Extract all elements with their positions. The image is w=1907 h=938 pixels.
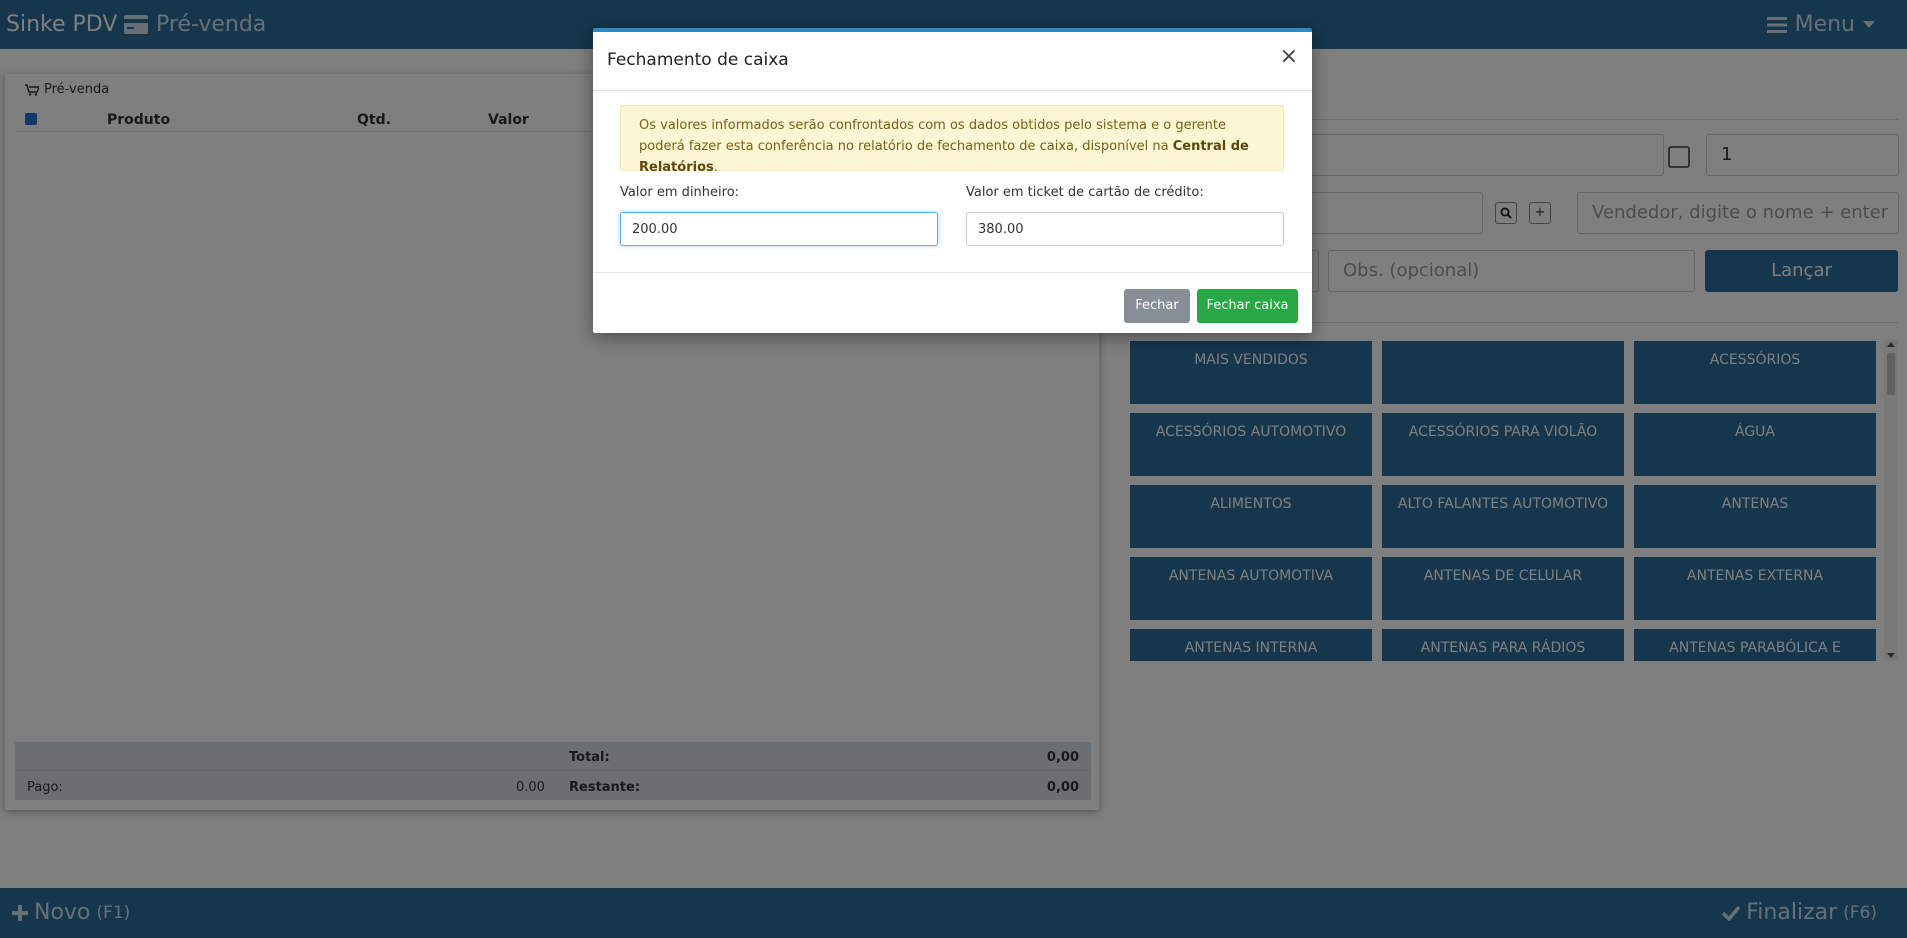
cash-label: Valor em dinheiro:	[620, 185, 740, 200]
info-alert: Os valores informados serão confrontados…	[620, 105, 1284, 175]
close-register-button[interactable]: Fechar caixa	[1197, 289, 1298, 323]
ticket-input[interactable]	[966, 212, 1284, 246]
cancel-button[interactable]: Fechar	[1124, 289, 1190, 323]
alert-text: Os valores informados serão confrontados…	[639, 118, 1227, 154]
cash-input[interactable]	[620, 212, 938, 246]
close-register-modal: Fechamento de caixa × Os valores informa…	[593, 28, 1312, 333]
modal-title: Fechamento de caixa	[607, 50, 789, 70]
ticket-label: Valor em ticket de cartão de crédito:	[966, 185, 1204, 200]
modal-footer-divider	[593, 272, 1312, 273]
modal-header-divider	[593, 90, 1312, 91]
modal-close-icon[interactable]: ×	[1280, 46, 1298, 68]
alert-end: .	[713, 160, 718, 175]
